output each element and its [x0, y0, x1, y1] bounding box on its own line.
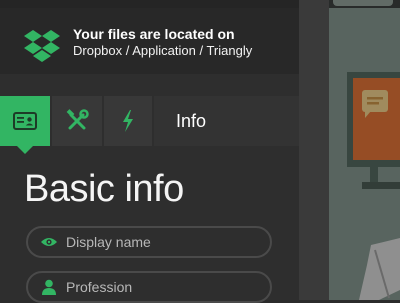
display-name-field [26, 226, 272, 258]
eye-icon [40, 233, 58, 251]
settings-panel: Your files are located on Dropbox / Appl… [0, 0, 299, 303]
scene-dim-overlay [329, 0, 400, 300]
profession-field [26, 271, 272, 303]
separator [0, 74, 299, 96]
dropbox-icon [24, 30, 60, 62]
tab-power[interactable] [104, 96, 152, 146]
top-bar [0, 0, 299, 8]
lightning-icon [123, 110, 133, 132]
background-illustration [329, 0, 400, 300]
id-card-icon [13, 112, 37, 130]
notice-path: Dropbox / Application / Triangly [73, 43, 253, 58]
user-icon [40, 278, 58, 296]
profession-input[interactable] [66, 279, 256, 295]
tab-tools[interactable] [52, 96, 102, 146]
panel-divider [299, 0, 329, 300]
display-name-input[interactable] [66, 234, 256, 250]
tab-bar: Info [0, 96, 299, 154]
tools-icon [66, 109, 89, 130]
page-title: Basic info [24, 168, 184, 210]
notice-title: Your files are located on [73, 26, 235, 42]
tab-info-label: Info [176, 110, 207, 131]
storage-notice: Your files are located on Dropbox / Appl… [0, 8, 299, 74]
tab-basic-info[interactable] [0, 96, 50, 154]
tab-info[interactable]: Info [154, 96, 299, 146]
